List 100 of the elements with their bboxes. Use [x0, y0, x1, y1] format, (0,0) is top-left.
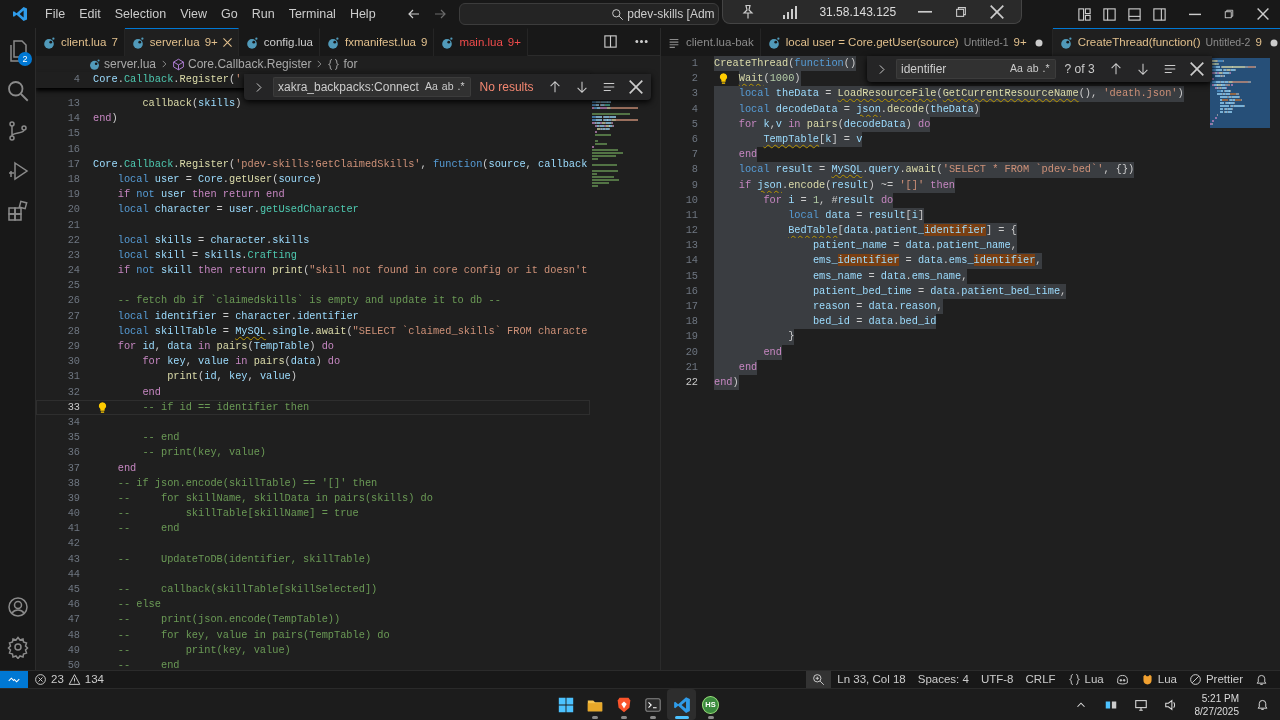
line-number: 49: [66, 642, 80, 658]
remote-button[interactable]: [0, 671, 28, 688]
lua-file-icon: [1058, 35, 1073, 50]
zoom-button[interactable]: [806, 671, 832, 688]
activity-explorer-button[interactable]: 2: [0, 31, 36, 71]
code-line: local identifier = character.identifier: [116, 308, 359, 324]
editor-tab[interactable]: main.lua 9+: [434, 28, 528, 56]
line-number: 15: [66, 126, 80, 142]
lightbulb-icon[interactable]: [717, 72, 730, 86]
magnifier-icon: [812, 673, 826, 686]
status-item[interactable]: CRLF: [1019, 671, 1062, 688]
editor-tab[interactable]: CreateThread(function() Untitled-2 9: [1052, 28, 1280, 56]
find-in-selection-icon: [1162, 62, 1177, 76]
find-result-count: ? of 3: [1064, 61, 1095, 78]
line-number: 21: [66, 217, 80, 233]
windows-logo-icon: [556, 695, 575, 714]
lightbulb-icon[interactable]: [96, 400, 109, 414]
line-number: 15: [684, 268, 698, 284]
breadcrumb-item[interactable]: Core.Callback.Register: [170, 55, 314, 73]
lua-file-icon: [326, 35, 340, 50]
menu-item[interactable]: Terminal: [281, 4, 343, 24]
line-number: 46: [66, 597, 80, 613]
code-line: -- else: [116, 597, 161, 613]
warning-icon: [67, 673, 81, 686]
bell-icon: [1255, 673, 1268, 686]
line-number: 9: [690, 177, 698, 193]
line-number: 1: [690, 56, 698, 71]
prettier-button[interactable]: Prettier: [1182, 671, 1249, 688]
clock[interactable]: 5:21 PM 8/27/2025: [1188, 690, 1245, 719]
menu-item[interactable]: Help: [342, 4, 383, 24]
language-mode-button[interactable]: Lua: [1061, 671, 1110, 688]
line-number: 13: [66, 96, 80, 111]
status-item[interactable]: UTF-8: [974, 671, 1020, 688]
split-editor-icon: [603, 34, 618, 49]
search-icon: [611, 7, 625, 21]
line-number: 41: [66, 521, 80, 537]
line-number: 16: [66, 141, 80, 157]
status-item[interactable]: Spaces: 4: [911, 671, 975, 688]
editor-tab[interactable]: server.lua 9+: [124, 28, 239, 56]
breadcrumb-item[interactable]: server.lua: [86, 55, 159, 73]
network-icon: [1133, 697, 1148, 712]
line-number: 22: [66, 232, 80, 248]
line-number: 47: [66, 612, 80, 628]
menu-item[interactable]: View: [173, 4, 214, 24]
account-icon: [6, 595, 30, 619]
code-line: local skillTable = MySQL.single.await("SELECT `claimed_skills` FROM characte: [116, 323, 588, 339]
line-number: 3: [690, 86, 698, 102]
editor-tab[interactable]: config.lua: [238, 28, 320, 56]
line-number: 19: [66, 187, 80, 203]
code-line: -- if id == identifier then: [142, 399, 310, 415]
line-number: 17: [66, 156, 80, 172]
line-number: 44: [66, 566, 80, 582]
code-line: end: [116, 460, 137, 476]
vscode-button[interactable]: [667, 689, 696, 720]
code-line: callback(skills): [141, 96, 242, 111]
line-number: 14: [684, 253, 698, 269]
line-number: 26: [66, 293, 80, 309]
menu-item[interactable]: Edit: [72, 4, 108, 24]
lua-file-icon: [130, 35, 145, 50]
remote-address: 31.58.143.125: [819, 3, 897, 21]
code-line: -- callback(skillTable[skillSelected]): [116, 582, 378, 597]
find-result-count: No results: [479, 79, 534, 96]
editor-tab[interactable]: fxmanifest.lua 9: [320, 28, 435, 56]
connection-signal-icon: [782, 3, 798, 20]
editor-tab[interactable]: client.lua 7: [36, 28, 125, 56]
line-number: 8: [690, 162, 698, 178]
breadcrumb-item[interactable]: for: [325, 55, 360, 73]
line-number: 20: [684, 344, 698, 360]
braces-icon: [1067, 673, 1081, 686]
line-number: 5: [690, 116, 698, 132]
line-number: 28: [66, 323, 80, 339]
lua-file-icon: [440, 35, 455, 50]
line-number: 25: [66, 278, 80, 294]
line-number: 10: [684, 192, 698, 208]
line-number: 2: [690, 71, 698, 87]
code-line: if not user then return end: [116, 187, 285, 203]
close-icon: [1257, 8, 1269, 20]
code-line: local user = Core.getUser(source): [116, 171, 322, 187]
lua-status-button[interactable]: Lua: [1134, 671, 1183, 688]
line-number: 16: [684, 283, 698, 299]
code-line: for key, value in pairs(data) do: [141, 354, 341, 370]
problems-button[interactable]: 23 134: [28, 671, 110, 688]
code-line: -- end: [141, 430, 180, 446]
line-number: 45: [66, 582, 80, 597]
code-line: -- skillTable[skillName] = true: [116, 506, 359, 522]
menu-item[interactable]: Go: [214, 4, 245, 24]
menu-item[interactable]: File: [38, 4, 73, 24]
code-line: -- print(key, value): [116, 642, 291, 658]
menu-item[interactable]: Run: [244, 4, 282, 24]
command-center-search[interactable]: pdev-skills [Adm: [458, 3, 719, 25]
code-line: end): [93, 111, 118, 127]
menu-item[interactable]: Selection: [107, 4, 174, 24]
line-number: 18: [684, 314, 698, 330]
line-number: 35: [66, 430, 80, 446]
editor-tab[interactable]: local user = Core.getUser(source) Untitled-1 9+: [760, 28, 1053, 56]
line-number: 31: [66, 369, 80, 385]
status-item[interactable]: Ln 33, Col 18: [831, 671, 912, 688]
line-number: 50: [66, 657, 80, 670]
previous-match-icon: [547, 80, 562, 94]
editor-tab[interactable]: client.lua-bak: [661, 28, 761, 56]
